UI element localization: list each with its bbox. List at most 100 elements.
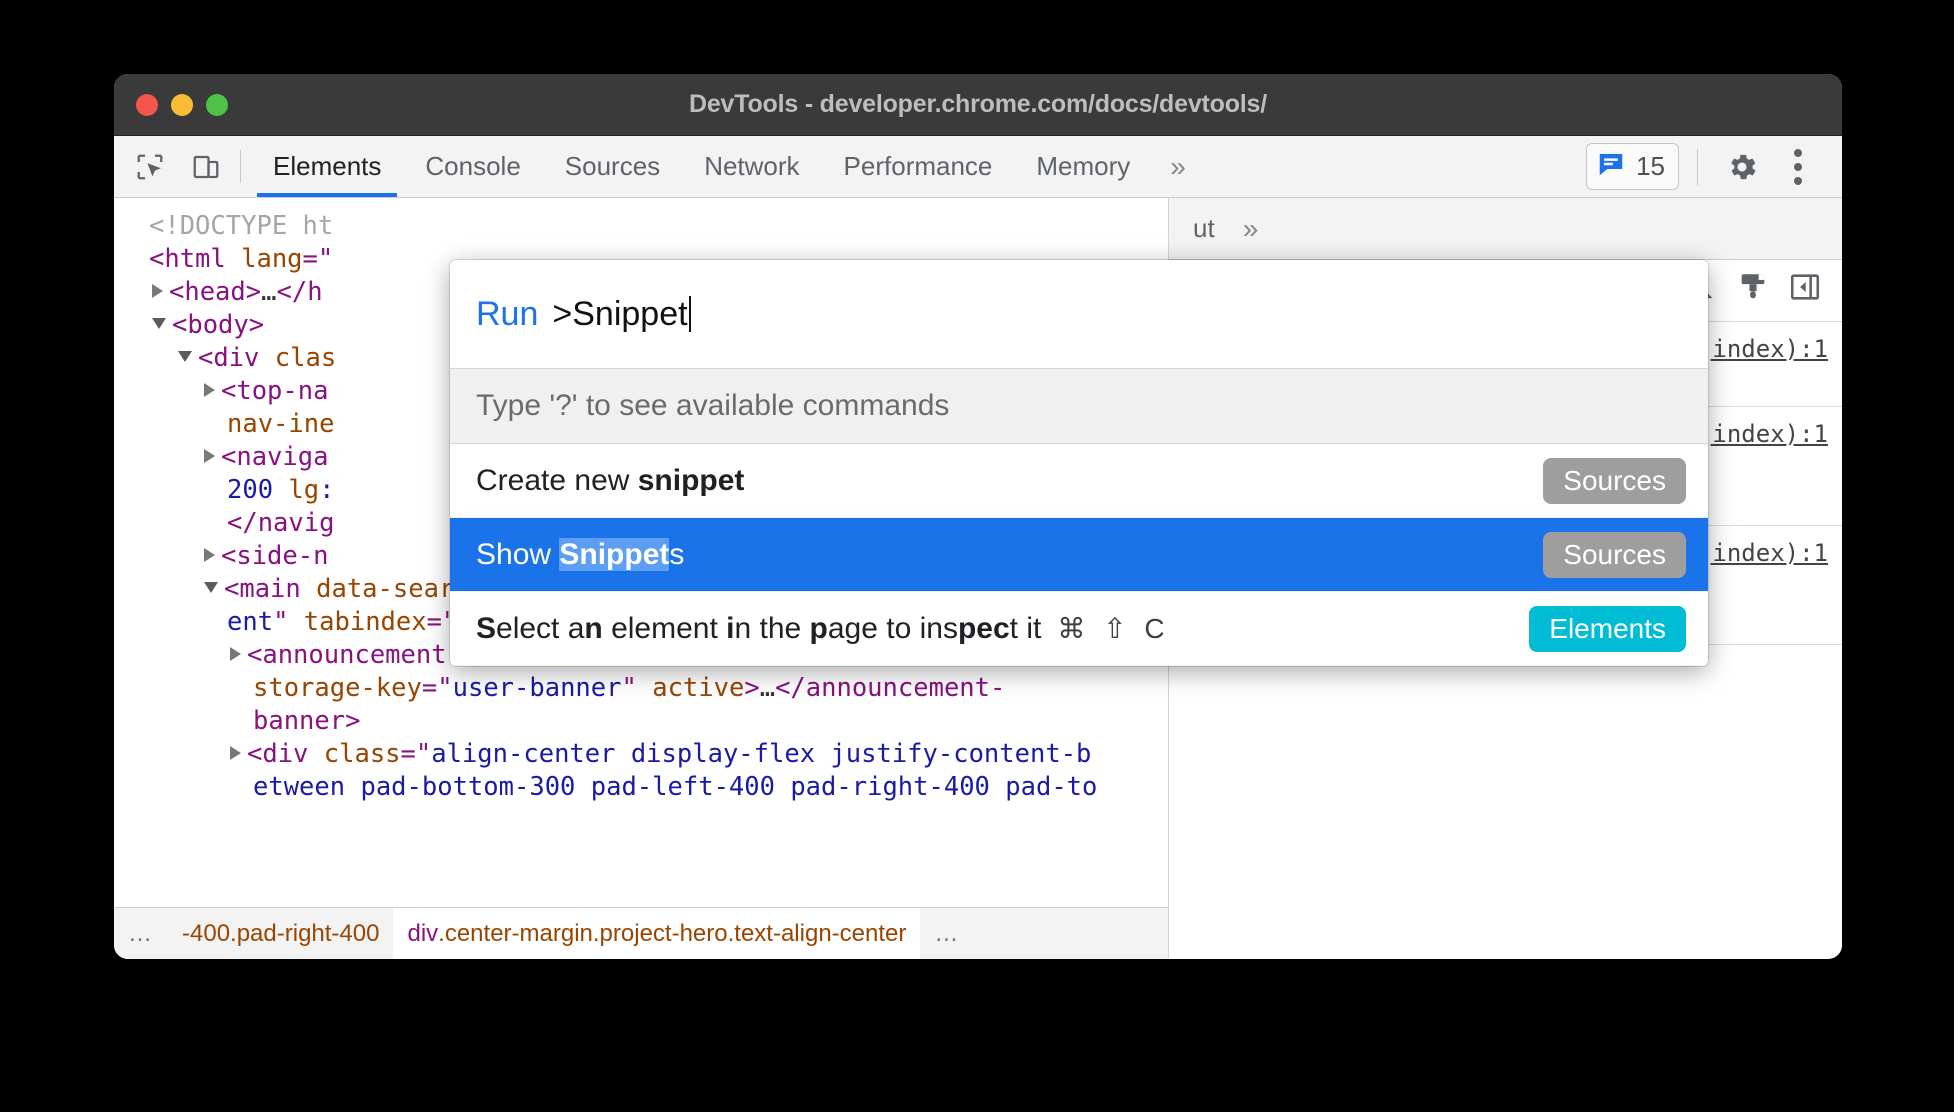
dom-node-disclosure-triangle-icon[interactable] [178,351,192,362]
command-menu-hint: Type '?' to see available commands [450,368,1708,444]
breadcrumb-item-ancestor[interactable]: -400.pad-right-400 [168,908,393,959]
dom-tree-node[interactable]: etween pad-bottom-300 pad-left-400 pad-r… [126,771,1168,804]
more-tabs-chevron-icon[interactable]: » [1152,136,1204,197]
computed-sidebar-toggle-icon[interactable] [1788,270,1822,311]
dom-tree-node[interactable]: <!DOCTYPE ht [126,210,1168,243]
dom-tree-node[interactable]: <div class="align-center display-flex ju… [126,738,1168,771]
dom-node-disclosure-triangle-icon[interactable] [204,582,218,593]
tab-memory[interactable]: Memory [1014,136,1152,197]
tab-sources-label: Sources [564,151,661,181]
css-rule-source-link[interactable]: (index):1 [1698,332,1828,366]
dom-node-disclosure-triangle-icon[interactable] [152,284,163,298]
dom-token-attr: lg [288,475,320,505]
window-title-bar: DevTools - developer.chrome.com/docs/dev… [114,74,1842,136]
dom-token-val: align-center display-flex justify-conten… [431,739,1092,769]
command-menu-item[interactable]: Create new snippet Sources [450,444,1708,518]
dom-token-attr: class [323,739,401,769]
console-message-count-button[interactable]: 15 [1586,143,1679,190]
dom-token-val: 200 [227,475,289,505]
tab-elements-label: Elements [273,151,382,181]
breadcrumb: … -400.pad-right-400 div .center-margin.p… [114,907,1168,959]
panel-tabs: Elements Console Sources Network Perform… [251,136,1204,197]
dom-node-disclosure-triangle-icon[interactable] [230,647,241,661]
dom-node-disclosure-triangle-icon[interactable] [204,548,215,562]
inspect-element-icon[interactable] [122,136,178,197]
dom-token-tag: " [621,673,653,703]
dom-token-attr: lang [241,244,303,274]
dom-token-attr: storage-key [253,673,422,703]
toolbar-divider-2 [1697,148,1698,185]
tab-elements[interactable]: Elements [251,136,403,197]
dom-token-txt: … [759,673,776,703]
command-menu-item[interactable]: Select an element in the page to inspect… [450,592,1708,666]
screenshot-root: DevTools - developer.chrome.com/docs/dev… [0,0,1954,1112]
dom-token-attr: nav-ine [227,409,335,439]
devtools-window: DevTools - developer.chrome.com/docs/dev… [114,74,1842,959]
dom-token-tag: <head> [169,277,262,307]
breadcrumb-overflow-left[interactable]: … [114,920,168,948]
dom-tree-node[interactable]: banner> [126,705,1168,738]
tab-console-label: Console [425,151,521,181]
dom-token-attr: tabindex [303,607,427,637]
console-message-count: 15 [1636,151,1665,181]
dom-token-tag: =" [400,739,432,769]
text-caret [688,296,691,332]
breadcrumb-overflow-right[interactable]: … [920,920,974,948]
dom-token-tag: <side-n [221,541,329,571]
styles-pane-tabs: ut » [1169,198,1842,260]
command-menu-item-badge: Sources [1543,531,1686,578]
styles-tab-layout[interactable]: ut [1179,213,1229,244]
dom-token-tag: </navig [227,508,335,538]
dom-token-tag: > [744,673,760,703]
command-menu-item-shortcut: ⌘ ⇧ C [1057,613,1170,644]
dom-token-tag: banner> [253,706,361,736]
breadcrumb-item-selected-tag: div [407,919,439,947]
console-message-icon [1596,149,1626,184]
zoom-button-icon[interactable] [206,93,228,116]
window-title: DevTools - developer.chrome.com/docs/dev… [689,90,1267,118]
dom-token-val: ent [227,607,274,637]
tab-memory-label: Memory [1036,151,1131,181]
dom-token-tag: <top-na [221,376,329,406]
dom-token-tag: <naviga [221,442,329,472]
dom-token-tag: </announcement- [775,673,1006,703]
command-menu-item-badge: Elements [1529,605,1686,652]
device-toolbar-icon[interactable] [178,136,234,197]
dom-token-txt: … [261,277,277,307]
command-menu-input-row[interactable]: Run >Snippet [450,260,1708,368]
command-menu-item[interactable]: Show Snippets Sources [450,518,1708,592]
command-menu-prefix: Run [476,294,539,333]
dom-node-disclosure-triangle-icon[interactable] [230,746,241,760]
command-menu-input[interactable]: >Snippet [552,295,687,334]
breadcrumb-item-selected[interactable]: div .center-margin.project-hero.text-alig… [393,908,921,959]
close-button-icon[interactable] [136,93,158,116]
dom-token-val: user-banner [452,673,622,703]
element-state-brush-icon[interactable] [1736,270,1770,311]
styles-more-tabs-chevron-icon[interactable]: » [1229,213,1273,245]
kebab-menu-icon[interactable] [1772,141,1824,193]
dom-token-attr: clas [274,343,337,373]
tab-performance[interactable]: Performance [822,136,1015,197]
dom-node-disclosure-triangle-icon[interactable] [152,318,166,329]
dom-token-tag: </h [276,277,323,307]
dom-node-disclosure-triangle-icon[interactable] [204,383,215,397]
gear-icon[interactable] [1716,141,1768,193]
dom-token-tag: " [273,607,304,637]
command-menu-item-badge: Sources [1543,457,1686,504]
tab-performance-label: Performance [843,151,993,181]
tab-console[interactable]: Console [403,136,542,197]
traffic-lights [136,93,228,116]
tab-sources[interactable]: Sources [543,136,682,197]
command-menu-item-label: Select an element in the page to inspect… [476,611,1042,645]
dom-tree-node[interactable]: storage-key="user-banner" active>…</anno… [126,672,1168,705]
dom-token-val: : [319,475,335,505]
tab-network[interactable]: Network [682,136,821,197]
dom-token-tag: <body> [172,310,265,340]
css-rule-source-link[interactable]: (index):1 [1698,536,1828,570]
minimize-button-icon[interactable] [171,93,193,116]
dom-token-doctype: <!DOCTYPE ht [149,211,334,241]
command-menu: Run >Snippet Type '?' to see available c… [450,260,1708,666]
css-rule-source-link[interactable]: (index):1 [1698,417,1828,451]
command-menu-item-label: Create new snippet [476,463,745,497]
dom-node-disclosure-triangle-icon[interactable] [204,449,215,463]
